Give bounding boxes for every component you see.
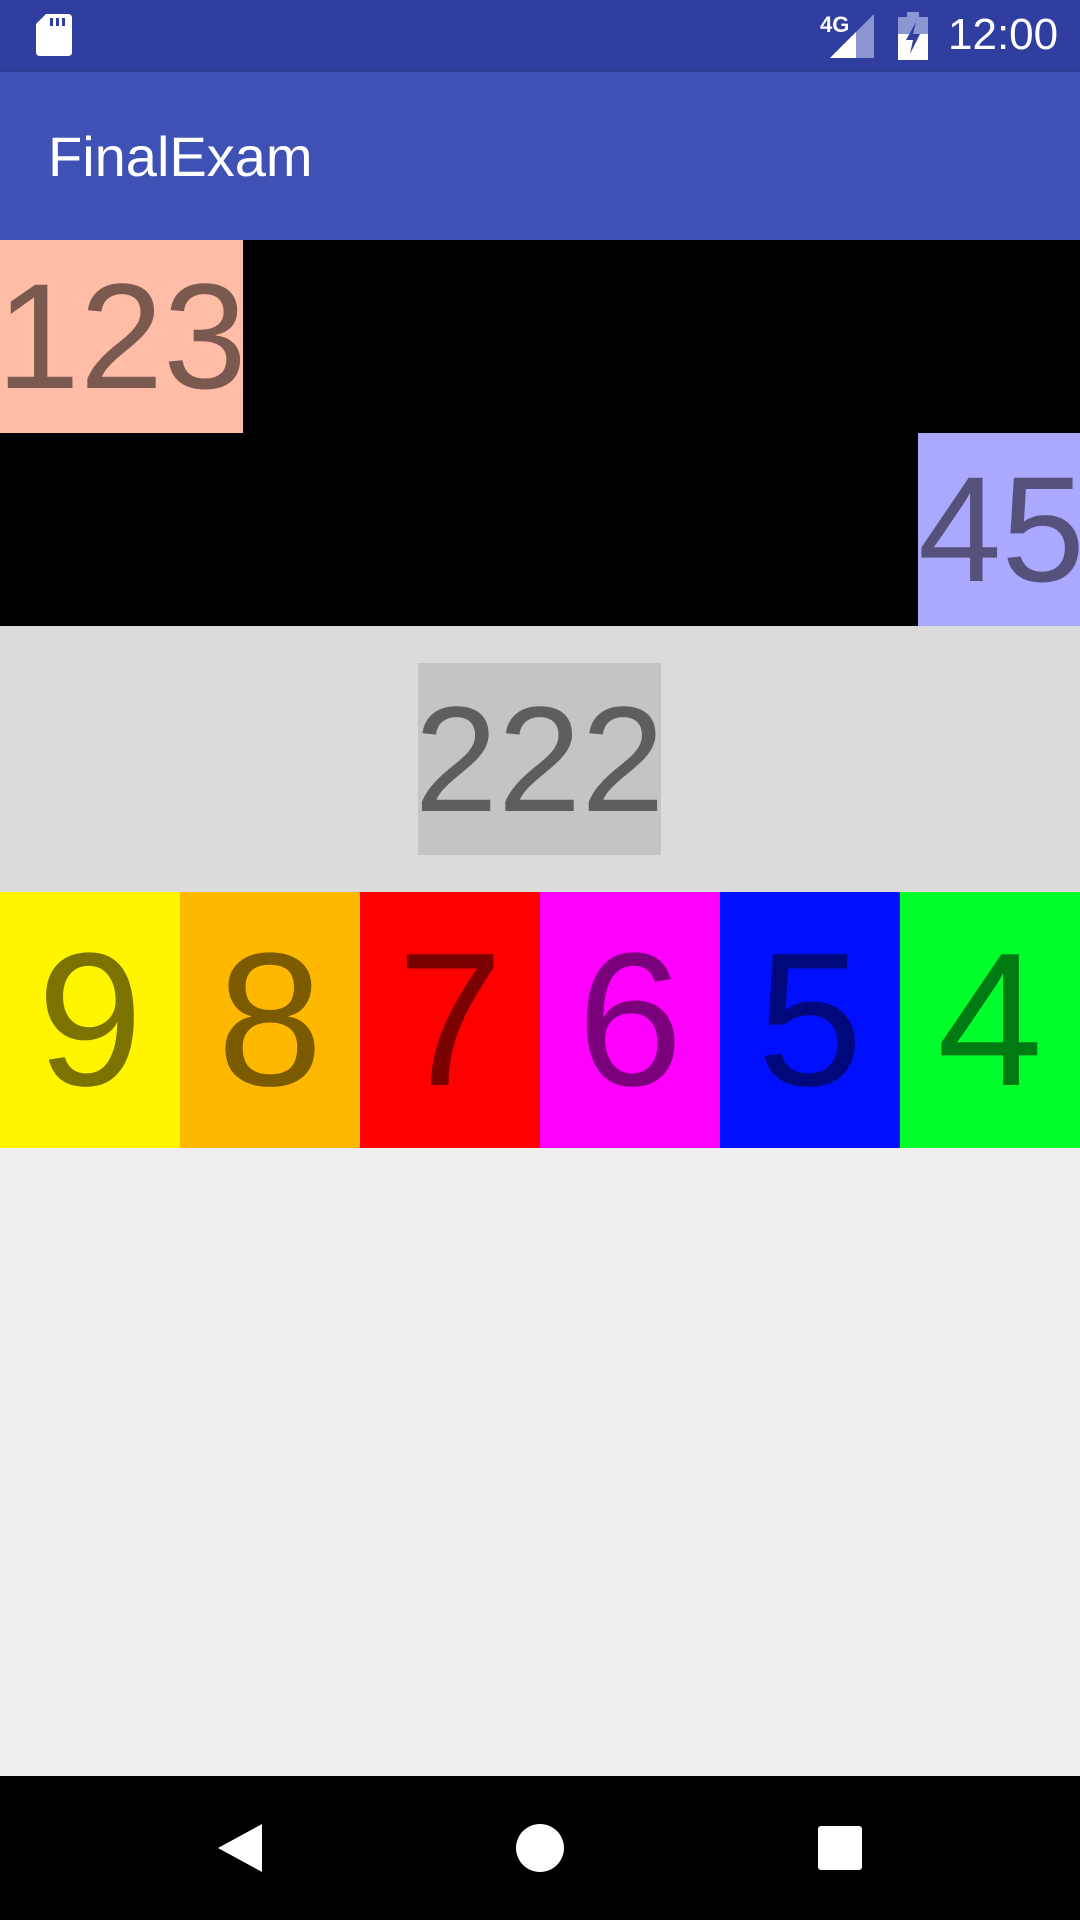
color-cell-5: 5 <box>720 892 900 1148</box>
clock: 12:00 <box>948 10 1059 59</box>
status-bar: 4G 12:00 <box>0 0 1080 72</box>
grey-section: 222 <box>0 626 1080 892</box>
back-icon[interactable] <box>208 1816 272 1880</box>
box-123: 123 <box>0 240 243 433</box>
recent-apps-icon[interactable] <box>808 1816 872 1880</box>
battery-charging-icon <box>898 12 928 60</box>
signal-icon <box>830 14 874 58</box>
sd-card-icon <box>36 14 72 56</box>
app-bar: FinalExam <box>0 72 1080 240</box>
navigation-bar <box>0 1776 1080 1920</box>
box-222: 222 <box>418 663 661 855</box>
color-cell-7: 7 <box>360 892 540 1148</box>
box-45: 45 <box>918 433 1080 626</box>
app-title: FinalExam <box>48 125 313 188</box>
color-cell-8: 8 <box>180 892 360 1148</box>
color-cell-6: 6 <box>540 892 720 1148</box>
color-row: 9 8 7 6 5 4 <box>0 892 1080 1148</box>
color-cell-4: 4 <box>900 892 1080 1148</box>
color-cell-9: 9 <box>0 892 180 1148</box>
black-section: 123 45 <box>0 240 1080 626</box>
screen: 4G 12:00 FinalExam 123 45 222 9 8 7 6 5 … <box>0 0 1080 1920</box>
home-icon[interactable] <box>508 1816 572 1880</box>
